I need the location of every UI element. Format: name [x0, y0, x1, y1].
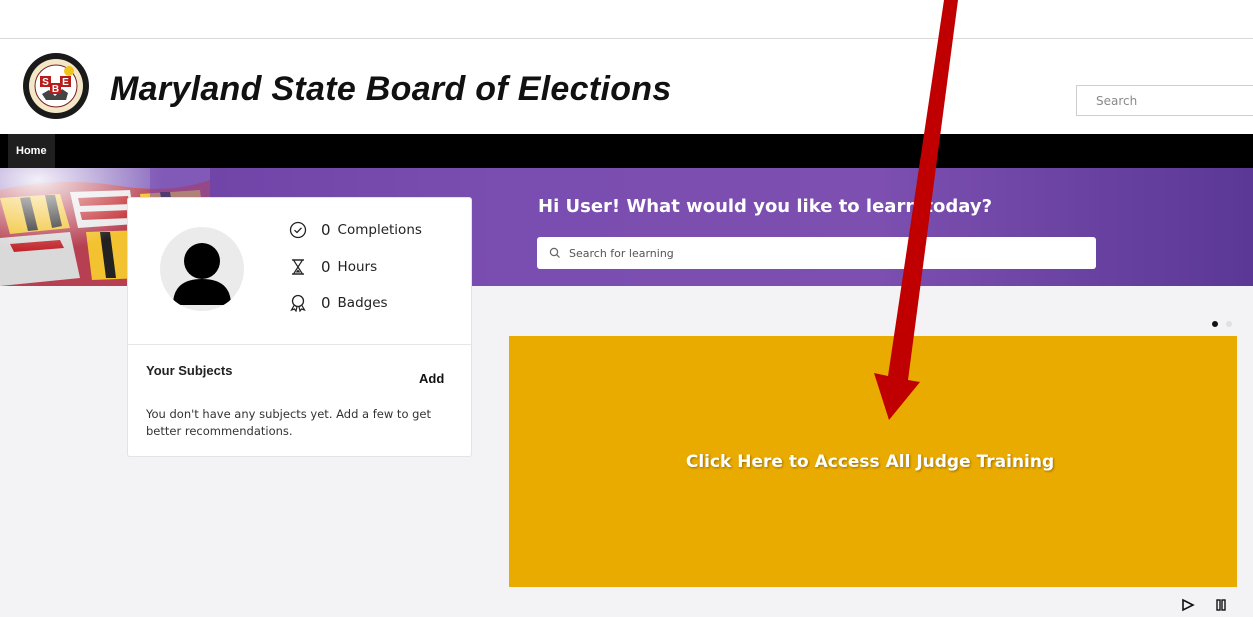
stat-hours: 0 Hours [289, 258, 377, 276]
hourglass-icon [289, 258, 307, 276]
card-divider [128, 344, 471, 345]
site-title: Maryland State Board of Elections [110, 70, 672, 108]
stat-badges: 0 Badges [289, 294, 388, 312]
stat-completions: 0 Completions [289, 221, 422, 239]
svg-text:B: B [52, 84, 59, 95]
person-icon [173, 243, 231, 305]
header-divider [0, 38, 1253, 39]
play-icon[interactable] [1181, 598, 1195, 612]
svg-text:E: E [62, 77, 69, 88]
site-search-input[interactable] [1076, 85, 1253, 116]
completions-label: Completions [337, 222, 422, 238]
carousel-dot-active[interactable] [1212, 321, 1218, 327]
check-circle-icon [289, 221, 307, 239]
badge-icon [289, 294, 307, 312]
judge-training-slide[interactable]: Click Here to Access All Judge Training [509, 336, 1237, 587]
badges-label: Badges [337, 295, 388, 311]
badges-count: 0 [321, 294, 331, 312]
user-avatar[interactable] [160, 227, 244, 311]
your-subjects-heading: Your Subjects [146, 363, 233, 378]
learning-search-input[interactable] [569, 246, 1096, 260]
top-navbar: Home [0, 134, 1253, 168]
pause-icon[interactable] [1214, 598, 1228, 612]
judge-training-link-text[interactable]: Click Here to Access All Judge Training [686, 452, 1054, 472]
hours-count: 0 [321, 258, 331, 276]
learning-greeting: Hi User! What would you like to learn to… [538, 196, 993, 217]
subjects-empty-message: You don't have any subjects yet. Add a f… [146, 407, 432, 438]
search-icon [549, 247, 560, 258]
add-subject-button[interactable]: Add [419, 371, 444, 386]
completions-count: 0 [321, 221, 331, 239]
hours-label: Hours [337, 259, 378, 275]
learning-search-box[interactable] [537, 237, 1096, 269]
carousel-dot[interactable] [1226, 321, 1232, 327]
sbe-seal-logo[interactable]: S B E [22, 52, 90, 120]
svg-text:S: S [42, 77, 49, 88]
nav-home-tab[interactable]: Home [8, 134, 55, 168]
